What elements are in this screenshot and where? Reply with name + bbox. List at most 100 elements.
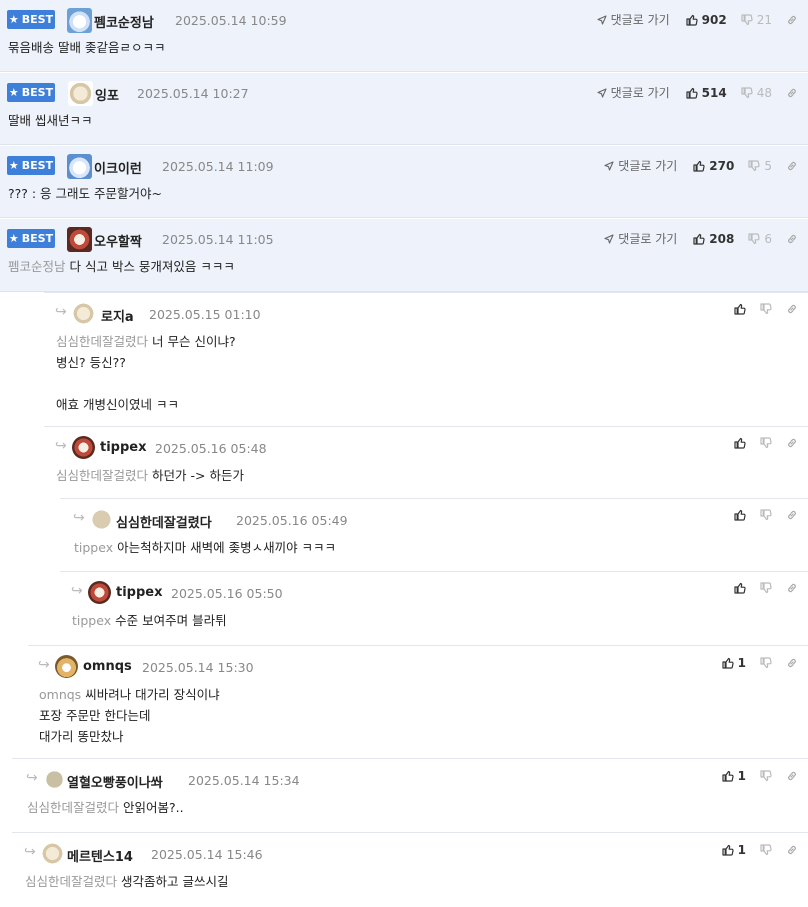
author-name[interactable]: tippex bbox=[100, 440, 146, 455]
permalink-button[interactable] bbox=[786, 844, 798, 856]
comment-text: 씨바려나 대가리 장식이냐 bbox=[85, 687, 220, 702]
permalink-button[interactable] bbox=[786, 87, 798, 99]
star-icon: ★ bbox=[8, 159, 19, 172]
comment-body: tippex 아는척하지마 새벽에 좆병ㅅ새끼야 ㅋㅋㅋ bbox=[74, 537, 336, 558]
avatar[interactable] bbox=[72, 302, 95, 325]
upvote-button[interactable] bbox=[734, 437, 746, 449]
permalink-button[interactable] bbox=[786, 657, 798, 669]
avatar[interactable] bbox=[67, 154, 92, 179]
downvote-button[interactable] bbox=[760, 770, 772, 782]
best-comment: ★ BEST 이크이런 2025.05.14 11:09??? : 응 그래도 주문할… bbox=[0, 146, 808, 218]
comment-text: ??? : 응 그래도 주문할거야~ bbox=[8, 186, 162, 201]
comment-line: tippex 아는척하지마 새벽에 좆병ㅅ새끼야 ㅋㅋㅋ bbox=[74, 537, 336, 558]
mention-tag[interactable]: 심심한데잘걸렸다 bbox=[56, 334, 148, 349]
downvote-button[interactable]: 5 bbox=[748, 159, 772, 173]
avatar[interactable] bbox=[67, 8, 92, 33]
downvote-button[interactable] bbox=[760, 303, 772, 315]
upvote-button[interactable] bbox=[734, 509, 746, 521]
mention-tag[interactable]: 심심한데잘걸렸다 bbox=[27, 800, 119, 815]
downvote-button[interactable] bbox=[760, 437, 772, 449]
reply-arrow-icon: ↪ bbox=[38, 657, 50, 673]
mention-tag[interactable]: tippex bbox=[72, 613, 111, 628]
comment-actions bbox=[734, 437, 798, 449]
upvote-count: 514 bbox=[701, 85, 727, 100]
mention-tag[interactable]: 심심한데잘걸렸다 bbox=[25, 874, 117, 889]
thumbs-down-icon bbox=[760, 509, 772, 521]
best-badge: ★ BEST bbox=[7, 229, 55, 248]
thumbs-up-icon bbox=[693, 160, 705, 172]
avatar[interactable] bbox=[67, 227, 92, 252]
avatar[interactable] bbox=[68, 81, 93, 106]
goto-comment-link[interactable]: 댓글로 가기 bbox=[597, 84, 670, 101]
permalink-button[interactable] bbox=[786, 14, 798, 26]
upvote-button[interactable]: 1 bbox=[722, 843, 746, 857]
upvote-button[interactable]: 902 bbox=[686, 13, 727, 27]
author-name[interactable]: 오우할짝 bbox=[94, 231, 142, 250]
downvote-button[interactable]: 48 bbox=[741, 86, 772, 100]
author-name[interactable]: 잉포 bbox=[95, 85, 119, 104]
permalink-button[interactable] bbox=[786, 437, 798, 449]
link-icon bbox=[786, 657, 798, 669]
comment-actions: 댓글로 가기 902 21 bbox=[597, 11, 798, 28]
comment-body: 딸배 씹새년ㅋㅋ bbox=[8, 110, 92, 131]
goto-label: 댓글로 가기 bbox=[618, 232, 678, 246]
downvote-button[interactable]: 6 bbox=[748, 232, 772, 246]
upvote-button[interactable]: 1 bbox=[722, 769, 746, 783]
author-name[interactable]: omnqs bbox=[83, 659, 132, 674]
avatar[interactable] bbox=[41, 842, 64, 865]
mention-tag[interactable]: tippex bbox=[74, 540, 113, 555]
comment-text bbox=[56, 376, 60, 391]
link-icon bbox=[786, 233, 798, 245]
author-name[interactable]: tippex bbox=[116, 585, 162, 600]
goto-comment-link[interactable]: 댓글로 가기 bbox=[604, 230, 677, 247]
upvote-button[interactable]: 208 bbox=[693, 232, 734, 246]
thumbs-down-icon bbox=[760, 844, 772, 856]
upvote-button[interactable]: 1 bbox=[722, 656, 746, 670]
thumbs-down-icon bbox=[748, 159, 760, 172]
comment-line: 대가리 똥만찼나 bbox=[39, 726, 220, 747]
downvote-button[interactable]: 21 bbox=[741, 13, 772, 27]
upvote-button[interactable] bbox=[734, 303, 746, 315]
best-badge: ★ BEST bbox=[7, 156, 55, 175]
thumbs-down-icon bbox=[741, 13, 753, 26]
mention-tag[interactable]: omnqs bbox=[39, 687, 81, 702]
thumbs-up-icon bbox=[734, 303, 746, 315]
mention-tag[interactable]: 펨코순정남 bbox=[8, 259, 66, 274]
avatar[interactable] bbox=[72, 436, 95, 459]
goto-comment-link[interactable]: 댓글로 가기 bbox=[604, 157, 677, 174]
upvote-button[interactable]: 514 bbox=[686, 86, 727, 100]
author-name[interactable]: 심심한데잘걸렸다 bbox=[116, 512, 212, 531]
downvote-count: 48 bbox=[756, 85, 772, 100]
thumbs-up-icon bbox=[722, 770, 734, 782]
upvote-button[interactable] bbox=[734, 582, 746, 594]
permalink-button[interactable] bbox=[786, 160, 798, 172]
downvote-button[interactable] bbox=[760, 509, 772, 521]
permalink-button[interactable] bbox=[786, 233, 798, 245]
upvote-button[interactable]: 270 bbox=[693, 159, 734, 173]
downvote-button[interactable] bbox=[760, 582, 772, 594]
goto-comment-link[interactable]: 댓글로 가기 bbox=[597, 11, 670, 28]
avatar[interactable] bbox=[88, 581, 111, 604]
author-name[interactable]: 이크이런 bbox=[94, 158, 142, 177]
author-name[interactable]: 열혈오빵풍이나쏴 bbox=[67, 772, 163, 791]
comment-actions bbox=[734, 509, 798, 521]
comment-text: 애효 개병신이였네 ㅋㅋ bbox=[56, 397, 179, 412]
comment-text: 다 식고 박스 뭉개져있음 ㅋㅋㅋ bbox=[69, 259, 235, 274]
link-icon bbox=[786, 770, 798, 782]
mention-tag[interactable]: 심심한데잘걸렸다 bbox=[56, 468, 148, 483]
avatar[interactable] bbox=[55, 655, 78, 678]
permalink-button[interactable] bbox=[786, 509, 798, 521]
author-name[interactable]: 로지a bbox=[101, 306, 134, 325]
avatar[interactable] bbox=[43, 768, 66, 791]
downvote-button[interactable] bbox=[760, 844, 772, 856]
reply-comment: ↪ 메르텐스14 2025.05.14 15:46 심심한데잘걸렸다 생각좀하고 글쓰시… bbox=[12, 832, 808, 907]
author-name[interactable]: 펨코순정남 bbox=[94, 12, 154, 31]
permalink-button[interactable] bbox=[786, 303, 798, 315]
downvote-button[interactable] bbox=[760, 657, 772, 669]
comment-body: 심심한데잘걸렸다 안읽어봄?.. bbox=[27, 797, 184, 818]
avatar[interactable] bbox=[90, 508, 113, 531]
permalink-button[interactable] bbox=[786, 770, 798, 782]
upvote-count: 208 bbox=[709, 231, 735, 246]
permalink-button[interactable] bbox=[786, 582, 798, 594]
author-name[interactable]: 메르텐스14 bbox=[67, 846, 133, 865]
